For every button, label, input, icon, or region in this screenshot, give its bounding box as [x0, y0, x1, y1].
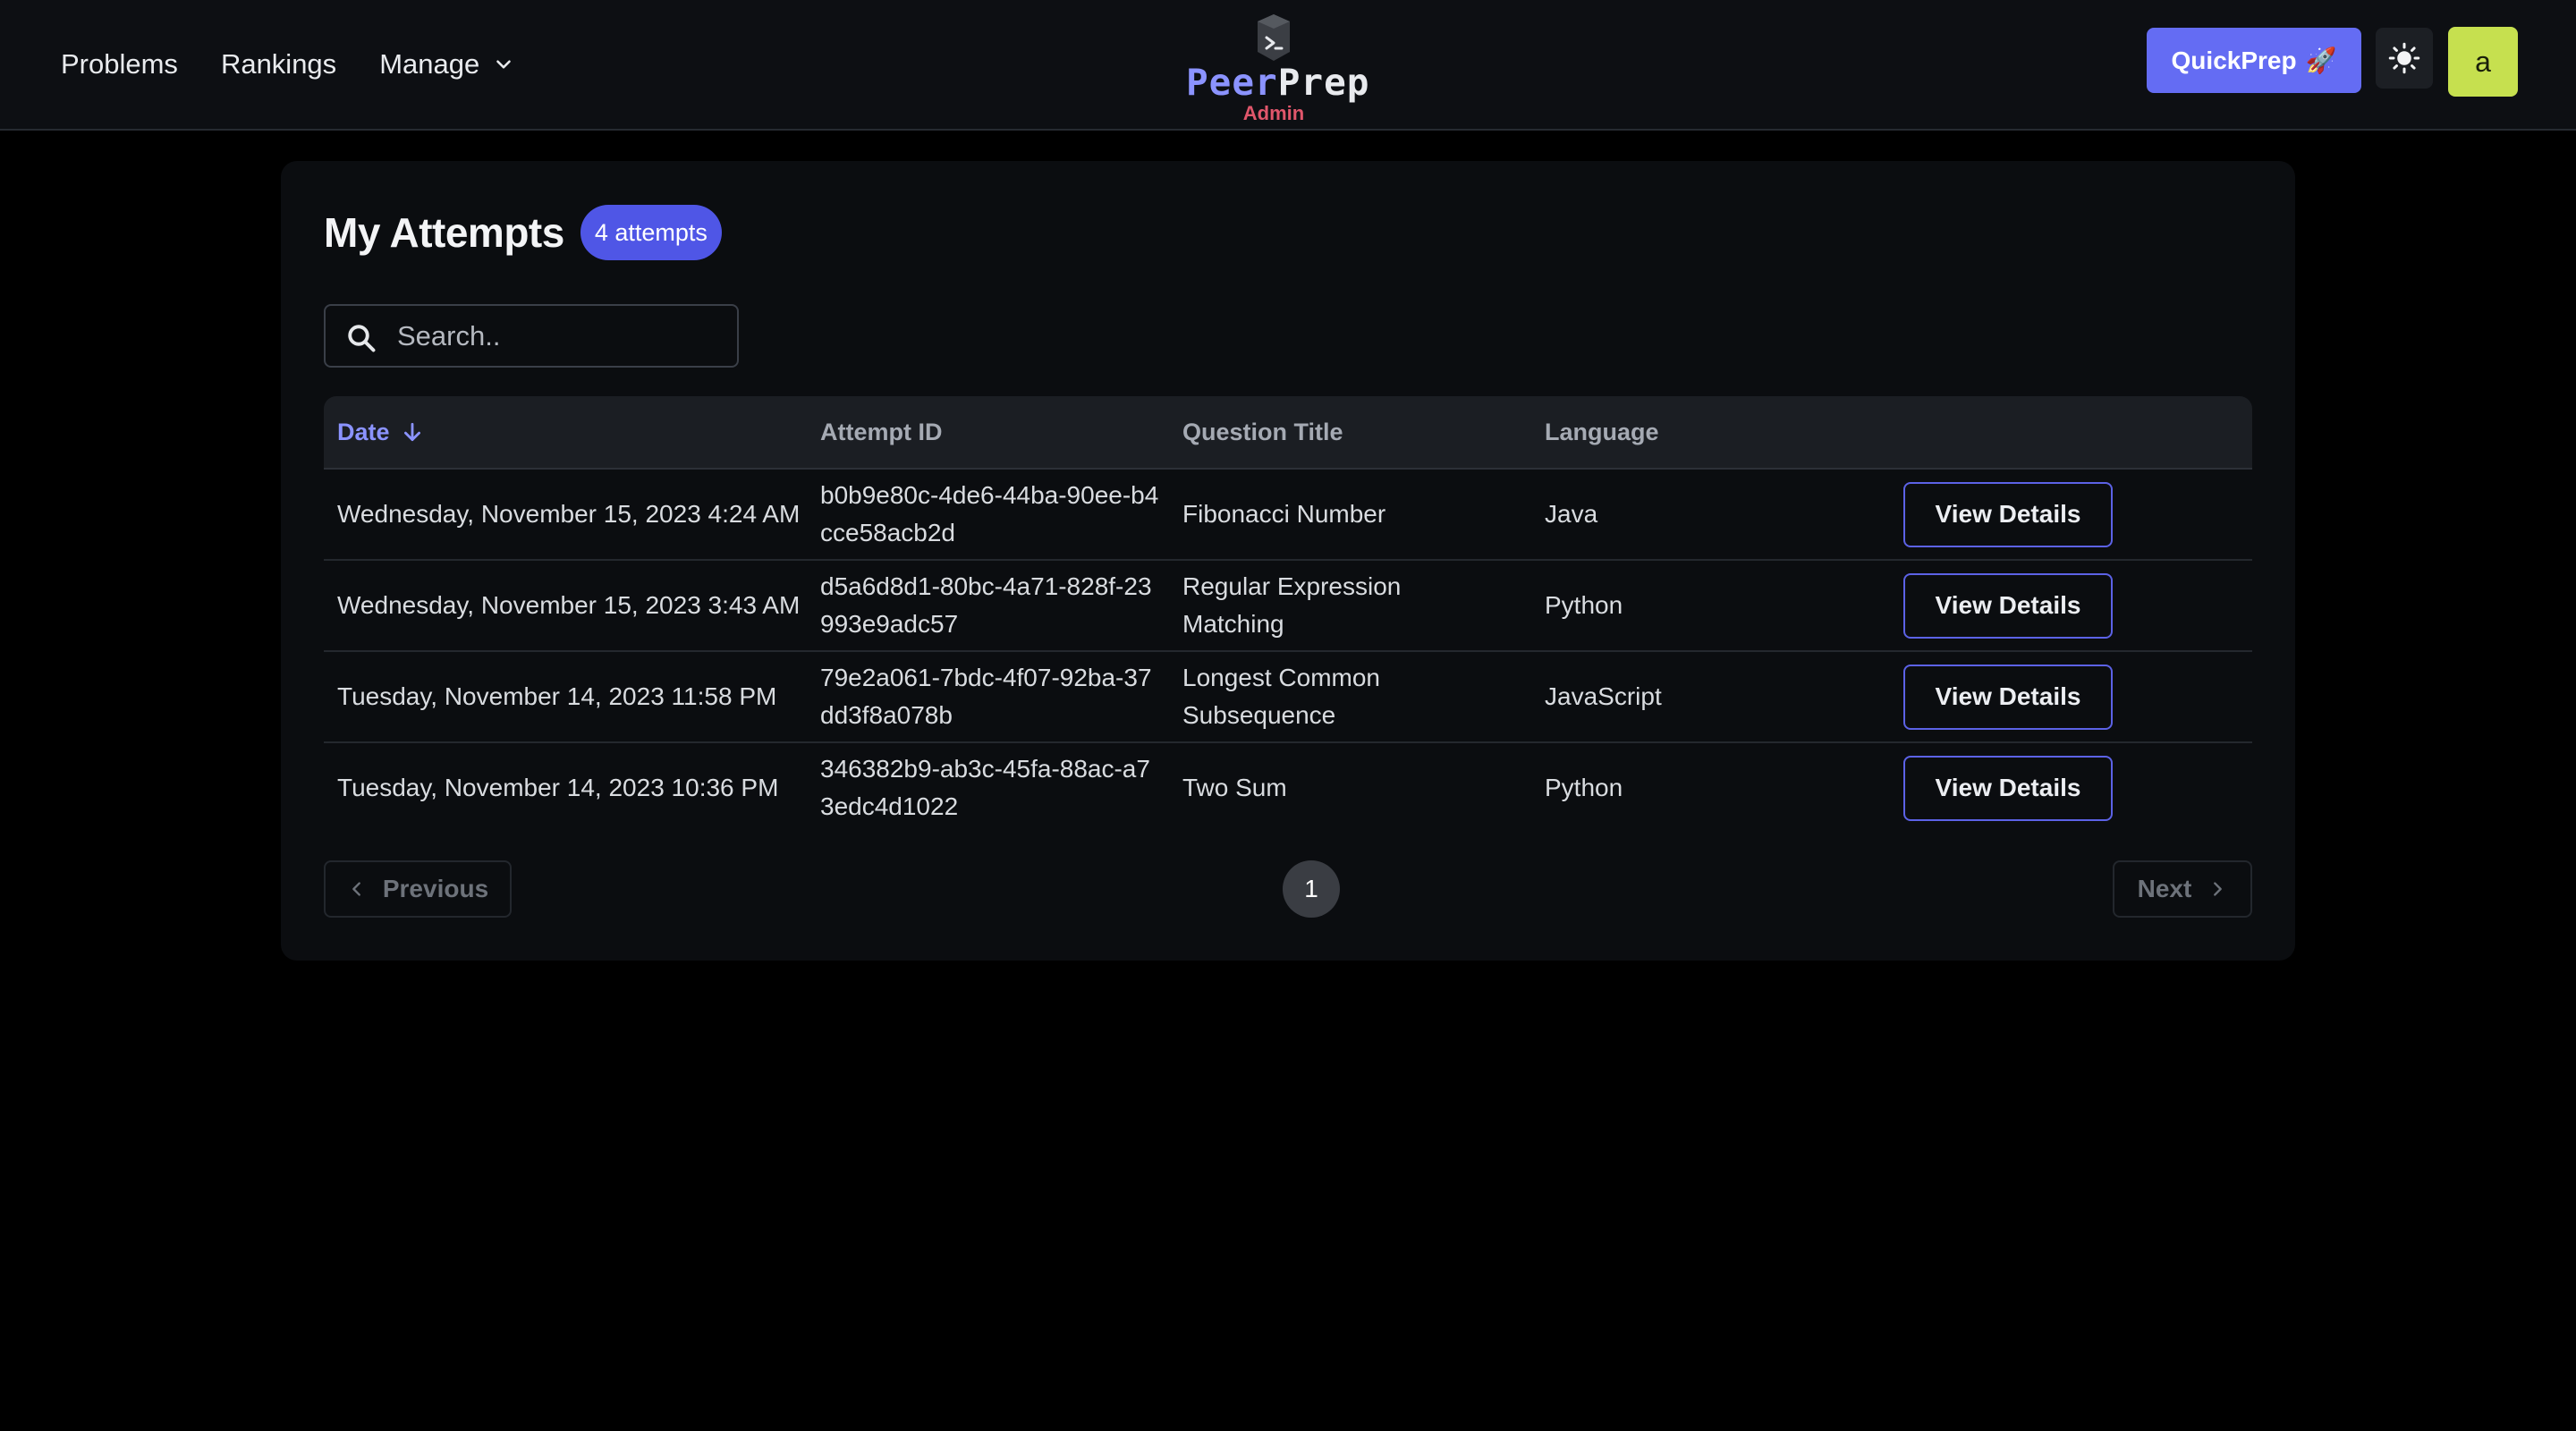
cell-question-title: Longest Common Subsequence: [1182, 664, 1381, 729]
cell-attempt-id: d5a6d8d1-80bc-4a71-828f-23993e9adc57: [820, 572, 1152, 638]
attempts-count-badge: 4 attempts: [580, 205, 722, 260]
cell-attempt-id: 346382b9-ab3c-45fa-88ac-a73edc4d1022: [820, 755, 1150, 820]
previous-label: Previous: [382, 875, 489, 902]
quickprep-button[interactable]: QuickPrep 🚀: [2147, 28, 2361, 93]
quickprep-label: QuickPrep: [2171, 46, 2297, 74]
cell-attempt-id: 79e2a061-7bdc-4f07-92ba-37dd3f8a078b: [820, 664, 1152, 729]
theme-toggle-button[interactable]: [2376, 28, 2433, 89]
cell-language: Python: [1545, 774, 1623, 801]
table-header: Date Attempt ID Question Title Language: [324, 396, 2252, 470]
nav-manage-dropdown[interactable]: Manage: [379, 48, 515, 80]
view-details-button[interactable]: View Details: [1903, 755, 2113, 821]
table-row: Tuesday, November 14, 2023 10:36 PM 3463…: [324, 743, 2252, 834]
table-row: Tuesday, November 14, 2023 11:58 PM 79e2…: [324, 652, 2252, 743]
view-details-button[interactable]: View Details: [1903, 481, 2113, 547]
column-header-attempt-id: Attempt ID: [820, 419, 943, 445]
cell-language: Python: [1545, 591, 1623, 619]
brand-prep: Prep: [1277, 61, 1370, 104]
next-page-button[interactable]: Next: [2113, 860, 2252, 918]
cell-date: Wednesday, November 15, 2023 4:24 AM: [337, 500, 801, 528]
column-header-date[interactable]: Date: [337, 396, 424, 468]
nav-link-rankings[interactable]: Rankings: [221, 48, 336, 80]
cell-action: View Details: [1903, 652, 2118, 741]
next-label: Next: [2137, 875, 2192, 902]
table-row: Wednesday, November 15, 2023 3:43 AM d5a…: [324, 561, 2252, 652]
cell-language: Java: [1545, 500, 1598, 528]
nav-link-problems[interactable]: Problems: [61, 48, 178, 80]
attempts-card: My Attempts 4 attempts Date Attempt ID Q…: [281, 161, 2295, 961]
terminal-logo-icon: [1258, 14, 1290, 61]
column-header-language: Language: [1545, 419, 1659, 445]
title-row: My Attempts 4 attempts: [324, 204, 722, 261]
arrow-down-icon: [403, 422, 420, 442]
main-nav: Problems Rankings Manage: [61, 0, 515, 129]
cell-date: Tuesday, November 14, 2023 10:36 PM: [337, 774, 779, 801]
cell-question-title: Fibonacci Number: [1182, 500, 1386, 528]
chevron-left-icon: [352, 882, 360, 896]
cell-question-title: Regular Expression Matching: [1182, 572, 1402, 638]
cell-question-title: Two Sum: [1182, 774, 1287, 801]
cell-date: Tuesday, November 14, 2023 11:58 PM: [337, 682, 777, 710]
brand-wordmark: PeerPrep: [1186, 61, 1369, 104]
chevron-down-icon: [496, 60, 512, 69]
rocket-icon: 🚀: [2305, 47, 2337, 74]
page-number-button[interactable]: 1: [1283, 860, 1340, 918]
cell-attempt-id: b0b9e80c-4de6-44ba-90ee-b4cce58acb2d: [820, 481, 1159, 546]
top-navigation-bar: Problems Rankings Manage PeerPrep Admin …: [0, 0, 2576, 131]
cell-action: View Details: [1903, 743, 2118, 833]
search-input[interactable]: [397, 317, 719, 356]
view-details-button[interactable]: View Details: [1903, 572, 2113, 639]
cell-language: JavaScript: [1545, 682, 1662, 710]
table-row: Wednesday, November 15, 2023 4:24 AM b0b…: [324, 470, 2252, 561]
column-header-date-label: Date: [337, 419, 390, 445]
previous-page-button[interactable]: Previous: [324, 860, 512, 918]
page-title: My Attempts: [324, 209, 564, 256]
cell-action: View Details: [1903, 470, 2118, 559]
cell-date: Wednesday, November 15, 2023 3:43 AM: [337, 591, 801, 619]
cell-action: View Details: [1903, 561, 2118, 650]
search-box: [324, 304, 739, 368]
brand-admin-label: Admin: [1242, 102, 1305, 124]
attempts-table: Date Attempt ID Question Title Language …: [324, 396, 2252, 834]
column-header-question-title: Question Title: [1182, 419, 1343, 445]
user-avatar[interactable]: a: [2448, 27, 2518, 97]
brand-logo-link[interactable]: PeerPrep Admin: [1186, 13, 1369, 129]
chevron-right-icon: [2214, 882, 2223, 896]
nav-manage-label: Manage: [379, 48, 480, 80]
search-icon: [348, 325, 376, 352]
sun-icon: [2388, 42, 2420, 74]
view-details-button[interactable]: View Details: [1903, 664, 2113, 730]
brand-peer: Peer: [1186, 61, 1278, 104]
